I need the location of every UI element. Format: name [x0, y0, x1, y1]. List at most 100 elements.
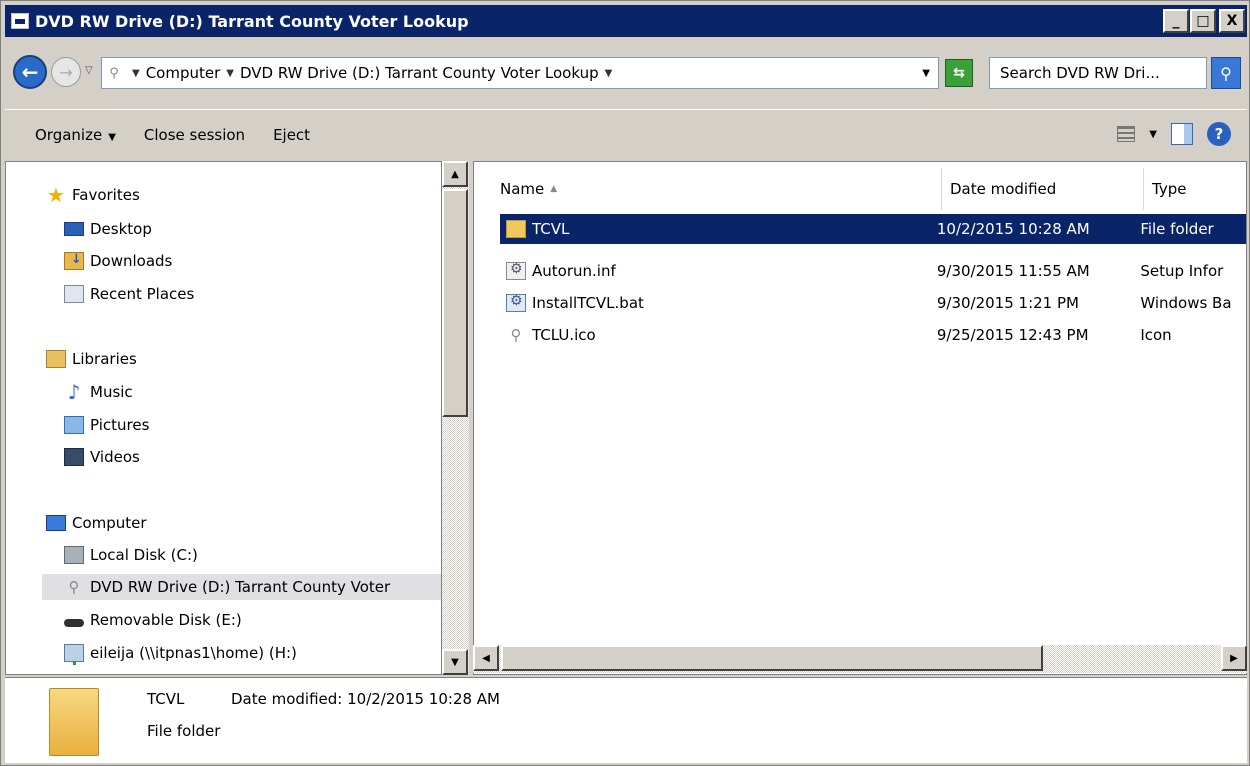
file-row[interactable]: ⚲ TCLU.ico 9/25/2015 12:43 PM Icon	[500, 320, 1246, 350]
scroll-thumb[interactable]	[501, 645, 1043, 671]
file-list: Name ▲ Date modified Type TCVL 10/2/2015…	[473, 161, 1247, 675]
title-bar[interactable]: DVD RW Drive (D:) Tarrant County Voter L…	[5, 5, 1247, 37]
scroll-right-button[interactable]: ▶	[1221, 645, 1247, 671]
column-label: Date modified	[950, 180, 1057, 198]
minimize-button[interactable]: _	[1163, 9, 1189, 33]
column-header-name[interactable]: Name ▲	[492, 168, 942, 210]
back-button[interactable]: ←	[13, 55, 47, 89]
file-row[interactable]: InstallTCVL.bat 9/30/2015 1:21 PM Window…	[500, 288, 1246, 318]
eject-button[interactable]: Eject	[273, 126, 310, 144]
nav-computer[interactable]: Computer	[46, 510, 147, 536]
file-name: TCVL	[532, 220, 570, 238]
removable-disk-icon	[64, 619, 84, 627]
nav-network-drive[interactable]: eileija (\\itpnas1\home) (H:)	[64, 640, 297, 666]
folder-icon	[49, 688, 99, 756]
nav-downloads[interactable]: Downloads	[64, 248, 172, 274]
nav-desktop[interactable]: Desktop	[64, 216, 152, 242]
nav-libraries[interactable]: Libraries	[46, 346, 137, 372]
column-header-type[interactable]: Type	[1144, 168, 1246, 210]
nav-label: DVD RW Drive (D:) Tarrant County Voter	[90, 578, 391, 596]
nav-pictures[interactable]: Pictures	[64, 412, 149, 438]
search-button[interactable]: ⚲	[1211, 57, 1241, 89]
network-drive-icon	[64, 644, 84, 665]
batch-file-icon	[506, 293, 526, 312]
file-list-scrollbar[interactable]: ◀ ▶	[473, 645, 1247, 673]
search-input[interactable]: Search DVD RW Dri...	[989, 57, 1207, 89]
scroll-up-button[interactable]: ▲	[442, 161, 468, 187]
nav-favorites[interactable]: ★ Favorites	[46, 182, 140, 208]
nav-label: Libraries	[72, 350, 137, 368]
forward-arrow-icon: →	[59, 62, 73, 82]
nav-label: Music	[90, 383, 133, 401]
breadcrumb-separator-icon[interactable]: ▼	[132, 68, 140, 79]
address-history-dropdown[interactable]: ▼	[922, 68, 930, 79]
up-arrow-icon: ▲	[451, 168, 459, 180]
file-name-cell: TCVL	[500, 220, 937, 238]
nav-label: Downloads	[90, 252, 173, 270]
help-icon[interactable]: ?	[1207, 122, 1231, 146]
preview-pane-icon[interactable]	[1171, 123, 1193, 145]
maximize-button[interactable]: □	[1190, 9, 1216, 33]
nav-label: Desktop	[90, 220, 152, 238]
pictures-icon	[64, 416, 84, 434]
videos-icon	[64, 448, 84, 466]
nav-music[interactable]: ♪ Music	[64, 379, 133, 405]
address-bar[interactable]: ⚲ ▼ Computer ▼ DVD RW Drive (D:) Tarrant…	[101, 57, 939, 89]
view-controls: ▼ ?	[1117, 122, 1231, 146]
scroll-thumb[interactable]	[442, 189, 468, 417]
scroll-left-button[interactable]: ◀	[473, 645, 499, 671]
nav-label: Computer	[72, 514, 147, 532]
nav-removable-disk[interactable]: Removable Disk (E:)	[64, 607, 242, 633]
search-icon: ⚲	[1220, 63, 1232, 83]
recent-pages-dropdown[interactable]: ▽	[85, 65, 93, 76]
navigation-pane: ★ Favorites Desktop Downloads Recent Pla…	[5, 161, 444, 675]
file-type: Windows Ba	[1140, 294, 1232, 312]
file-type: File folder	[1140, 220, 1214, 238]
magnifier-icon: ⚲	[109, 65, 119, 81]
nav-videos[interactable]: Videos	[64, 444, 140, 470]
breadcrumb-computer[interactable]: Computer	[146, 64, 221, 82]
chevron-down-icon: ▽	[85, 65, 93, 76]
computer-icon	[46, 515, 66, 531]
breadcrumb-separator-icon[interactable]: ▼	[605, 68, 613, 79]
file-row[interactable]: TCVL 10/2/2015 10:28 AM File folder	[500, 214, 1246, 244]
change-view-icon[interactable]	[1117, 126, 1136, 142]
file-date: 9/25/2015 12:43 PM	[936, 326, 1089, 344]
nav-recent-places[interactable]: Recent Places	[64, 281, 194, 307]
nav-dvd-drive[interactable]: ⚲ DVD RW Drive (D:) Tarrant County Voter	[42, 574, 444, 600]
libraries-icon	[46, 350, 66, 368]
drive-window-icon[interactable]	[11, 13, 29, 29]
nav-local-disk[interactable]: Local Disk (C:)	[64, 542, 198, 568]
command-bar: Organize ▼ Close session Eject ▼ ?	[5, 109, 1247, 159]
scroll-down-button[interactable]: ▼	[442, 649, 468, 675]
view-options-dropdown[interactable]: ▼	[1149, 129, 1157, 140]
nav-label: Recent Places	[90, 285, 195, 303]
file-row[interactable]: Autorun.inf 9/30/2015 11:55 AM Setup Inf…	[500, 256, 1246, 286]
breadcrumb-dvd-drive[interactable]: DVD RW Drive (D:) Tarrant County Voter L…	[240, 64, 599, 82]
window-title: DVD RW Drive (D:) Tarrant County Voter L…	[35, 11, 469, 31]
back-arrow-icon: ←	[21, 60, 39, 84]
refresh-icon: ⇆	[953, 65, 965, 81]
details-type: File folder	[147, 722, 221, 740]
nav-label: Local Disk (C:)	[90, 546, 198, 564]
forward-button[interactable]: →	[51, 57, 81, 87]
close-button[interactable]: X	[1219, 9, 1245, 33]
breadcrumb-separator-icon[interactable]: ▼	[226, 68, 234, 79]
magnifier-icon: ⚲	[510, 326, 522, 344]
right-arrow-icon: ▶	[1230, 652, 1238, 664]
column-header-date-modified[interactable]: Date modified	[942, 168, 1144, 210]
folder-icon	[506, 220, 526, 238]
settings-file-icon	[506, 261, 526, 280]
file-date: 9/30/2015 11:55 AM	[936, 262, 1090, 280]
nav-label: Pictures	[90, 416, 150, 434]
navigation-scrollbar[interactable]: ▲ ▼	[441, 161, 469, 675]
file-name-cell: ⚲ TCLU.ico	[500, 326, 937, 344]
nav-label: Videos	[90, 448, 140, 466]
close-session-button[interactable]: Close session	[144, 126, 245, 144]
navigation-bar: ← → ▽ ⚲ ▼ Computer ▼ DVD RW Drive (D:) T…	[5, 39, 1247, 103]
refresh-button[interactable]: ⇆	[945, 59, 973, 87]
organize-menu[interactable]: Organize ▼	[35, 126, 116, 144]
sort-ascending-icon: ▲	[550, 184, 558, 194]
details-name: TCVL	[147, 690, 185, 708]
file-name: InstallTCVL.bat	[532, 294, 644, 312]
